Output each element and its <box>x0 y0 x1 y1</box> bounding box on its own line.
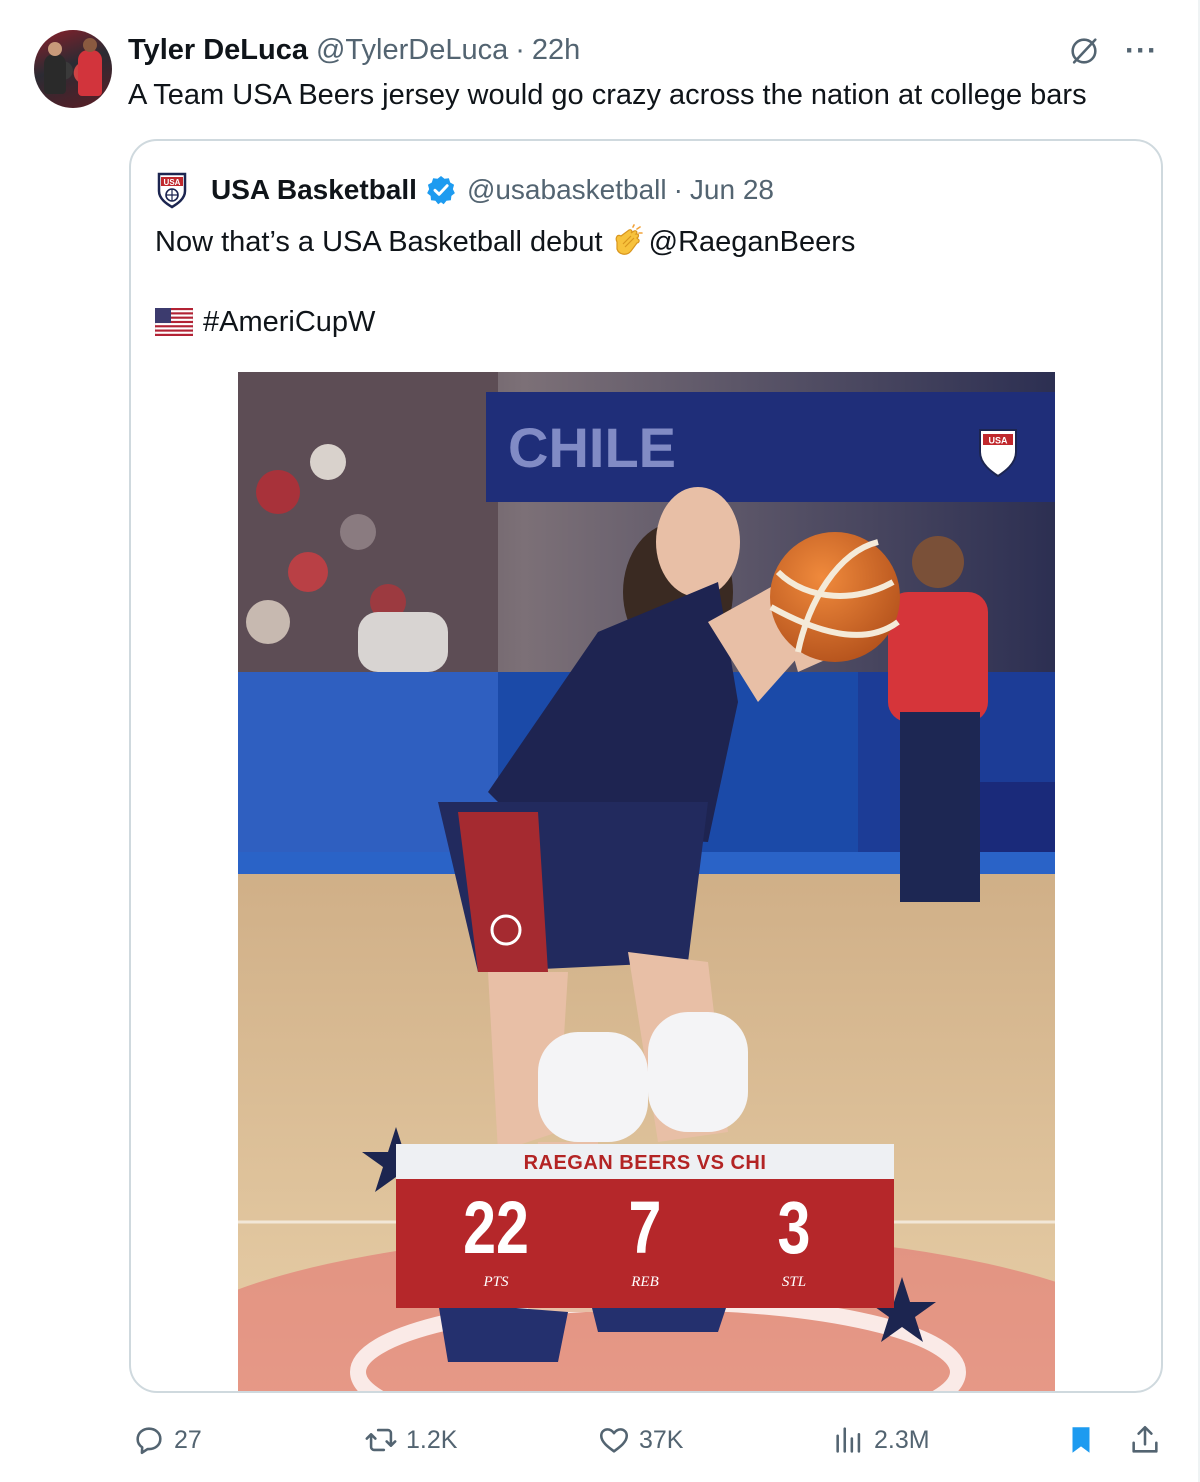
arena-sign: CHILE <box>508 416 676 479</box>
reply-button[interactable]: 27 <box>132 1418 202 1462</box>
views-count: 2.3M <box>874 1425 930 1454</box>
separator: · <box>515 33 525 66</box>
svg-text:USA: USA <box>988 436 1008 446</box>
quoted-author-name[interactable]: USA Basketball <box>211 174 417 206</box>
stat-value: 7 <box>628 1186 662 1269</box>
quoted-date[interactable]: Jun 28 <box>690 174 774 206</box>
quoted-separator: · <box>673 174 683 205</box>
author-handle[interactable]: @TylerDeLuca <box>316 34 508 67</box>
stat-value: 3 <box>777 1186 811 1269</box>
quoted-tweet[interactable]: USA USA Basketball @usabasketball · Jun … <box>129 139 1163 1393</box>
tweet-header: Tyler DeLuca @TylerDeLuca · 22h <box>128 32 580 68</box>
top-icons: ··· <box>1067 34 1158 68</box>
usa-basketball-logo-icon: USA <box>157 172 187 209</box>
repost-icon <box>365 1428 397 1452</box>
quoted-author-handle[interactable]: @usabasketball <box>467 174 667 206</box>
reply-icon <box>136 1427 162 1455</box>
stat-label: REB <box>631 1274 659 1290</box>
like-button[interactable]: 37K <box>597 1418 683 1462</box>
share-icon <box>1132 1425 1158 1453</box>
repost-button[interactable]: 1.2K <box>364 1418 457 1462</box>
tweet[interactable]: Tyler DeLuca @TylerDeLuca · 22h ··· A Te… <box>0 0 1198 1482</box>
avatar[interactable] <box>34 30 112 108</box>
tweet-text: A Team USA Beers jersey would go crazy a… <box>128 79 1087 111</box>
stat-label: STL <box>781 1274 807 1290</box>
views-button[interactable]: 2.3M <box>832 1418 930 1462</box>
flag-icon <box>155 308 193 336</box>
action-bar: 27 1.2K 37K 2.3M <box>0 1418 1198 1462</box>
quoted-media-image[interactable]: CHILE USA RAEGAN BEERS VS CHI 22 PTS 7 R… <box>238 372 1055 1391</box>
repost-count: 1.2K <box>406 1425 458 1454</box>
grok-icon[interactable] <box>1067 34 1101 68</box>
bookmark-icon <box>1072 1427 1090 1453</box>
reply-count: 27 <box>174 1425 202 1454</box>
stat-stl: 3 STL <box>734 1179 854 1291</box>
like-count: 37K <box>639 1425 684 1454</box>
author-name[interactable]: Tyler DeLuca <box>128 34 308 67</box>
quoted-header: USA USA Basketball @usabasketball · Jun … <box>155 171 774 209</box>
quoted-text-body: Now that’s a USA Basketball debut <box>155 226 603 258</box>
hashtag-link[interactable]: #AmeriCupW <box>203 303 375 341</box>
stat-card-body: 22 PTS 7 REB 3 STL <box>396 1179 894 1308</box>
quoted-text: Now that’s a USA Basketball debut @Raega… <box>155 223 855 261</box>
mention-link[interactable]: @RaeganBeers <box>649 223 856 261</box>
like-icon <box>599 1428 629 1453</box>
stat-reb: 7 REB <box>585 1179 705 1291</box>
more-icon[interactable]: ··· <box>1125 36 1158 66</box>
views-icon <box>836 1427 861 1453</box>
share-button[interactable] <box>1128 1418 1170 1462</box>
stat-card: RAEGAN BEERS VS CHI 22 PTS 7 REB 3 STL <box>396 1144 894 1308</box>
stat-label: PTS <box>483 1274 509 1290</box>
stat-card-title: RAEGAN BEERS VS CHI <box>396 1144 894 1179</box>
stat-pts: 22 PTS <box>436 1179 556 1291</box>
quoted-hashtag-line: #AmeriCupW <box>155 303 375 341</box>
bookmark-button[interactable] <box>1064 1418 1106 1462</box>
verified-icon <box>427 176 455 205</box>
clap-icon <box>615 224 643 255</box>
svg-text:USA: USA <box>164 178 181 187</box>
timestamp[interactable]: 22h <box>532 34 580 67</box>
stat-value: 22 <box>463 1186 529 1269</box>
